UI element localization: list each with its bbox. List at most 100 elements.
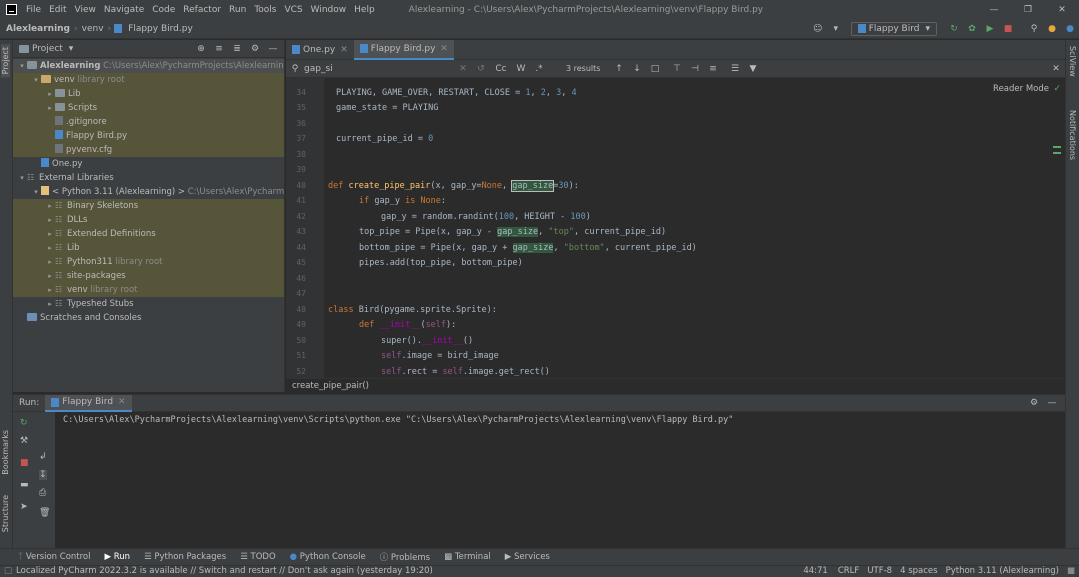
- tree-item-site-packages[interactable]: ▸ ☷ site-packages: [13, 269, 284, 283]
- locate-icon[interactable]: ⊕: [194, 44, 208, 54]
- line-separator[interactable]: CRLF: [838, 566, 859, 577]
- coverage-icon[interactable]: ▶: [983, 24, 997, 34]
- run-tab-flappy-bird[interactable]: Flappy Bird ✕: [45, 394, 132, 412]
- minimize-icon[interactable]: —: [977, 5, 1011, 15]
- tree-item-scratches[interactable]: Scratches and Consoles: [13, 311, 284, 325]
- tree-item-one-py[interactable]: One.py: [13, 157, 284, 171]
- toolwindow-terminal[interactable]: ▩ Terminal: [444, 552, 491, 562]
- toolwindow-python-packages[interactable]: ☰ Python Packages: [144, 552, 226, 562]
- menu-navigate[interactable]: Navigate: [100, 5, 148, 15]
- code-breadcrumb[interactable]: create_pipe_pair(): [286, 378, 1065, 393]
- debug-icon[interactable]: ✿: [965, 24, 979, 34]
- tab-flappy-bird[interactable]: Flappy Bird.py ✕: [353, 39, 454, 60]
- code-editor[interactable]: 34 35 36 37 38 39 40 41 42 43 44 45 46 4…: [286, 78, 1065, 378]
- tree-item-lib[interactable]: ▸ Lib: [13, 87, 284, 101]
- update-icon[interactable]: ●: [1045, 24, 1059, 34]
- lock-icon[interactable]: ■: [1067, 566, 1075, 577]
- wrench-icon[interactable]: ⚒: [20, 436, 28, 446]
- remove-selection-icon[interactable]: ⊣: [688, 64, 702, 74]
- menu-file[interactable]: File: [22, 5, 45, 15]
- indent-setting[interactable]: 4 spaces: [900, 566, 937, 577]
- match-case-toggle[interactable]: Cc: [492, 64, 510, 74]
- delete-icon[interactable]: 🗑: [39, 508, 50, 518]
- tree-item-flappy-bird[interactable]: Flappy Bird.py: [13, 129, 284, 143]
- print-icon[interactable]: ⎙: [39, 488, 46, 498]
- tree-item-python-sdk[interactable]: ▾ < Python 3.11 (Alexlearning) > C:\Users…: [13, 185, 284, 199]
- toolwindow-services[interactable]: ▶ Services: [505, 552, 550, 562]
- jetbrains-ai-icon[interactable]: ●: [1063, 24, 1077, 34]
- hide-panel-icon[interactable]: —: [1045, 398, 1059, 408]
- menu-vcs[interactable]: VCS: [280, 5, 306, 15]
- restore-icon[interactable]: ❐: [1011, 5, 1045, 15]
- tree-item-binary-skeletons[interactable]: ▸ ☷ Binary Skeletons: [13, 199, 284, 213]
- find-input[interactable]: gap_si: [304, 64, 454, 74]
- run-configuration-select[interactable]: Flappy Bird ▾: [850, 21, 937, 36]
- bookmarks-side-tab[interactable]: Bookmarks: [1, 430, 10, 475]
- whole-words-toggle[interactable]: W: [514, 64, 528, 74]
- gear-icon[interactable]: ⚙: [248, 44, 262, 54]
- menu-window[interactable]: Window: [307, 5, 351, 15]
- panel-toggle-icon[interactable]: □: [0, 566, 12, 577]
- file-encoding[interactable]: UTF-8: [867, 566, 892, 577]
- stop-icon[interactable]: ■: [20, 458, 29, 468]
- hide-panel-icon[interactable]: —: [266, 44, 280, 54]
- toolwindow-python-console[interactable]: ● Python Console: [290, 552, 366, 562]
- menu-refactor[interactable]: Refactor: [179, 5, 225, 15]
- search-icon[interactable]: ⚲: [1027, 24, 1041, 34]
- user-icon[interactable]: ☺: [811, 24, 825, 34]
- pin-icon[interactable]: ➤: [20, 502, 28, 512]
- inspection-ok-icon[interactable]: ✓: [1053, 84, 1061, 94]
- chevron-down-icon[interactable]: ▾: [69, 44, 74, 54]
- tree-item-gitignore[interactable]: .gitignore: [13, 115, 284, 129]
- select-all-icon[interactable]: □: [648, 64, 662, 74]
- menu-view[interactable]: View: [71, 5, 100, 15]
- menu-run[interactable]: Run: [225, 5, 250, 15]
- menu-tools[interactable]: Tools: [250, 5, 280, 15]
- menu-edit[interactable]: Edit: [45, 5, 70, 15]
- toolwindow-todo[interactable]: ☰ TODO: [240, 552, 275, 562]
- notifications-side-tab[interactable]: Notifications: [1068, 110, 1077, 160]
- tree-item-dlls[interactable]: ▸ ☷ DLLs: [13, 213, 284, 227]
- close-window-icon[interactable]: ✕: [1045, 5, 1079, 15]
- toolwindow-run[interactable]: ▶ Run: [105, 552, 131, 562]
- tree-item-lib-ext[interactable]: ▸ ☷ Lib: [13, 241, 284, 255]
- clear-icon[interactable]: ✕: [456, 64, 470, 74]
- interpreter-selector[interactable]: Python 3.11 (Alexlearning): [946, 566, 1059, 577]
- breadcrumb-file[interactable]: Flappy Bird.py: [125, 24, 196, 34]
- reader-mode-button[interactable]: Reader Mode: [993, 84, 1049, 94]
- tree-item-alexlearning[interactable]: ▾ Alexlearning C:\Users\Alex\PycharmProje…: [13, 59, 284, 73]
- tree-item-pyvenv[interactable]: pyvenv.cfg: [13, 143, 284, 157]
- breadcrumb-project[interactable]: Alexlearning: [0, 24, 73, 34]
- close-find-icon[interactable]: ✕: [1049, 64, 1063, 74]
- rerun-icon[interactable]: ↻: [947, 24, 961, 34]
- collapse-all-icon[interactable]: ≣: [230, 44, 244, 54]
- project-side-tab[interactable]: Project: [1, 44, 10, 78]
- tree-item-scripts[interactable]: ▸ Scripts: [13, 101, 284, 115]
- scroll-to-end-icon[interactable]: ↧: [39, 470, 47, 480]
- previous-occurrence-icon[interactable]: ↑: [612, 64, 626, 74]
- caret-position[interactable]: 44:71: [803, 566, 828, 577]
- breadcrumb-venv[interactable]: venv: [79, 24, 107, 34]
- menu-help[interactable]: Help: [350, 5, 379, 15]
- next-occurrence-icon[interactable]: ↓: [630, 64, 644, 74]
- project-view-select[interactable]: Project: [32, 44, 63, 54]
- layout-icon[interactable]: ▬: [20, 480, 29, 490]
- toolwindow-version-control[interactable]: ᛉ Version Control: [18, 552, 91, 562]
- chevron-down-icon[interactable]: ▾: [829, 24, 843, 34]
- tree-item-external-libraries[interactable]: ▾ ☷ External Libraries: [13, 171, 284, 185]
- status-message[interactable]: Localized PyCharm 2022.3.2 is available …: [12, 566, 433, 577]
- tab-one-py[interactable]: One.py ✕: [286, 40, 354, 60]
- stop-icon[interactable]: ■: [1001, 24, 1015, 34]
- tree-item-typeshed-stubs[interactable]: ▸ ☷ Typeshed Stubs: [13, 297, 284, 311]
- filter-icon[interactable]: ▼: [746, 64, 760, 74]
- tree-item-venv-ext[interactable]: ▸ ☷ venv library root: [13, 283, 284, 297]
- tree-item-extended-definitions[interactable]: ▸ ☷ Extended Definitions: [13, 227, 284, 241]
- add-selection-icon[interactable]: ⊤: [670, 64, 684, 74]
- gear-icon[interactable]: ⚙: [1027, 398, 1041, 408]
- run-console-output[interactable]: C:\Users\Alex\PycharmProjects\Alexlearni…: [55, 412, 1065, 548]
- soft-wrap-icon[interactable]: ↲: [39, 452, 47, 462]
- regex-toggle[interactable]: .*: [532, 64, 546, 74]
- tree-item-python311[interactable]: ▸ ☷ Python311 library root: [13, 255, 284, 269]
- sciview-side-tab[interactable]: SciView: [1068, 46, 1077, 77]
- structure-side-tab[interactable]: Structure: [1, 495, 10, 532]
